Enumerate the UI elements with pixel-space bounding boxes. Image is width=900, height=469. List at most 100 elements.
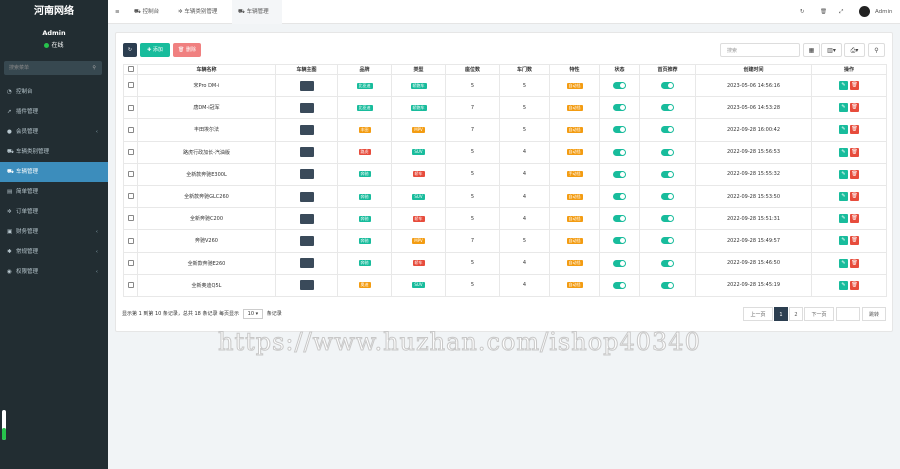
page-2-button[interactable]: 2 (789, 307, 803, 321)
row-checkbox-cell[interactable] (123, 207, 138, 231)
table-search-input[interactable]: 搜索 (720, 43, 800, 57)
table-row[interactable]: 唐DM-i冠军 比亚迪 轿跑车 7 5 自动挡 2023-05-06 14:53:28 ✎ 🗑 (123, 96, 887, 120)
checkbox[interactable] (127, 148, 134, 155)
select-all-checkbox[interactable] (123, 64, 138, 75)
checkbox[interactable] (127, 259, 134, 266)
table-row[interactable]: 全新奥迪Q5L 奥迪 SUV 5 4 自动挡 2022-09-28 15:45:19 ✎ 🗑 (123, 273, 887, 297)
row-checkbox-cell[interactable] (123, 229, 138, 253)
vehicle-thumbnail[interactable] (299, 280, 314, 291)
status-toggle[interactable] (613, 259, 626, 267)
vehicle-thumbnail[interactable] (299, 124, 314, 135)
checkbox[interactable] (127, 282, 134, 289)
delete-icon[interactable]: 🗑 (850, 125, 859, 135)
recommend-toggle[interactable] (661, 104, 674, 112)
column-header[interactable]: 品牌 (337, 64, 392, 75)
vehicle-thumbnail[interactable] (299, 147, 314, 158)
refresh-button[interactable]: ↻ (123, 43, 137, 57)
vehicle-thumbnail[interactable] (299, 213, 314, 224)
edit-icon[interactable]: ✎ (839, 258, 848, 268)
recommend-toggle[interactable] (661, 215, 674, 223)
topbar-user-name[interactable]: Admin (875, 0, 893, 24)
edit-icon[interactable]: ✎ (839, 236, 848, 246)
delete-icon[interactable]: 🗑 (850, 147, 859, 157)
edit-icon[interactable]: ✎ (839, 103, 848, 113)
delete-icon[interactable]: 🗑 (850, 236, 859, 246)
page-1-button[interactable]: 1 (774, 307, 788, 321)
table-row[interactable]: 全新款奔驰GLC260 奔驰 SUV 5 4 自动挡 2022-09-28 15:53:50… (123, 184, 887, 209)
recommend-toggle[interactable] (661, 148, 674, 156)
vehicle-thumbnail[interactable] (299, 102, 314, 113)
edit-icon[interactable]: ✎ (839, 280, 848, 290)
avatar[interactable] (859, 0, 871, 24)
status-toggle[interactable] (613, 170, 626, 178)
toggle-view-icon[interactable]: ▦ (803, 43, 820, 57)
sidebar-item-6[interactable]: ✲ 订单管理 (0, 202, 108, 222)
columns-icon[interactable]: ▥▾ (821, 43, 842, 57)
table-row[interactable]: 路虎行政加长-汽油版 路虎 SUV 5 4 自动挡 2022-09-28 15:56:53 ✎… (123, 140, 887, 164)
vehicle-thumbnail[interactable] (299, 258, 314, 269)
sidebar-item-8[interactable]: ✱ 常规管理 ‹ (0, 242, 108, 262)
edit-icon[interactable]: ✎ (839, 192, 848, 202)
delete-button[interactable]: 🗑 删除 (173, 43, 201, 57)
status-toggle[interactable] (613, 193, 626, 201)
sidebar-item-2[interactable]: ● 会员管理 ‹ (0, 122, 108, 142)
vehicle-thumbnail[interactable] (299, 80, 314, 91)
row-checkbox-cell[interactable] (123, 251, 138, 275)
column-header[interactable]: 座位数 (445, 64, 500, 75)
status-toggle[interactable] (613, 148, 626, 156)
recommend-toggle[interactable] (661, 82, 674, 90)
column-header[interactable]: 类型 (391, 64, 446, 75)
column-header[interactable]: 特性 (549, 64, 600, 75)
checkbox[interactable] (127, 126, 134, 133)
tab-dashboard[interactable]: ⛟ 控制台 (128, 0, 170, 24)
edit-icon[interactable]: ✎ (839, 125, 848, 135)
edit-icon[interactable]: ✎ (839, 169, 848, 179)
table-row[interactable]: 奔驰V260 奔驰 MPV 7 5 自动挡 2022-09-28 15:49:57 ✎ 🗑 (123, 229, 887, 253)
row-checkbox-cell[interactable] (123, 140, 138, 164)
sidebar-item-1[interactable]: ➚ 插件管理 (0, 102, 108, 122)
column-header[interactable]: 首页推荐 (639, 64, 696, 75)
search-icon[interactable]: ⚲ (868, 43, 885, 57)
table-row[interactable]: 全新奔驰C200 奔驰 轿车 5 4 自动挡 2022-09-28 15:51:31 ✎ 🗑 (123, 207, 887, 231)
table-row[interactable]: 全新款奔驰E300L 奔驰 轿车 5 4 手动挡 2022-09-28 15:55:32 ✎ 🗑 (123, 162, 887, 186)
checkbox[interactable] (127, 171, 134, 178)
delete-icon[interactable]: 🗑 (850, 258, 859, 268)
sidebar-item-3[interactable]: ⛟ 车辆类别管理 (0, 142, 108, 162)
checkbox[interactable] (127, 237, 134, 244)
row-checkbox-cell[interactable] (123, 73, 138, 98)
delete-icon[interactable]: 🗑 (850, 103, 859, 113)
refresh-icon[interactable]: ↻ (800, 0, 805, 24)
sidebar-item-7[interactable]: ▣ 财务管理 ‹ (0, 222, 108, 242)
recommend-toggle[interactable] (661, 170, 674, 178)
column-header[interactable]: 状态 (599, 64, 640, 75)
checkbox[interactable] (127, 215, 134, 222)
delete-icon[interactable]: 🗑 (850, 169, 859, 179)
sidebar-item-5[interactable]: ▤ 简单管理 (0, 182, 108, 202)
status-toggle[interactable] (613, 281, 626, 289)
next-page-button[interactable]: 下一页 (804, 307, 834, 321)
checkbox[interactable] (127, 104, 134, 111)
table-row[interactable]: 宋Pro DM-i 比亚迪 轿跑车 5 5 自动挡 2023-05-06 14:56:16 ✎… (123, 73, 887, 98)
jump-page-input[interactable] (836, 307, 860, 321)
trash-icon[interactable]: 🗑 (820, 0, 827, 24)
edit-icon[interactable]: ✎ (839, 214, 848, 224)
row-checkbox-cell[interactable] (123, 273, 138, 297)
status-toggle[interactable] (613, 82, 626, 90)
edit-icon[interactable]: ✎ (839, 147, 848, 157)
row-checkbox-cell[interactable] (123, 162, 138, 186)
table-row[interactable]: 丰田埃尔法 丰田 MPV 7 5 自动挡 2022-09-28 16:00:42 ✎ 🗑 (123, 118, 887, 142)
checkbox[interactable] (127, 82, 134, 89)
search-icon[interactable]: ⚲ (92, 61, 96, 75)
tab-vehicle-category[interactable]: ✲ 车辆类别管理 (172, 0, 230, 24)
checkbox[interactable] (127, 193, 134, 200)
menu-toggle-icon[interactable]: ≡ (115, 0, 120, 24)
row-checkbox-cell[interactable] (123, 184, 138, 209)
status-toggle[interactable] (613, 104, 626, 112)
column-header[interactable]: 车辆名称 (137, 64, 276, 75)
delete-icon[interactable]: 🗑 (850, 81, 859, 91)
status-toggle[interactable] (613, 126, 626, 134)
sidebar-search-input[interactable]: 搜索菜单 ⚲ (4, 61, 102, 75)
tab-vehicle-management[interactable]: ⛟ 车辆管理 (232, 0, 282, 24)
recommend-toggle[interactable] (661, 126, 674, 134)
recommend-toggle[interactable] (661, 237, 674, 245)
